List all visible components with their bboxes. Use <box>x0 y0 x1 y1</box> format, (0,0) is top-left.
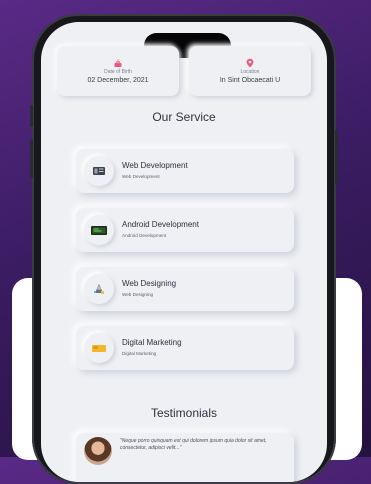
profile-info-row: Date of Birth 02 December, 2021 Location… <box>57 46 311 102</box>
service-card-digital-marketing[interactable]: Digital Marketing Digital Marketing <box>76 326 294 370</box>
phone-side-button <box>30 105 33 127</box>
testimonial-quote: "Neque porro quisquam est qui dolorem ip… <box>120 438 267 451</box>
testimonial-card: "Neque porro quisquam est qui dolorem ip… <box>76 433 294 482</box>
phone-screen: Date of Birth 02 December, 2021 Location… <box>41 22 327 482</box>
location-box: Location In Sint Obcaecati U <box>189 46 311 96</box>
service-subtitle: Digital Marketing <box>122 351 157 356</box>
service-icon-wrap <box>84 333 114 363</box>
phone-power-button <box>335 130 338 185</box>
web-development-icon <box>93 167 105 175</box>
service-icon-wrap <box>84 274 114 304</box>
services-title: Our Service <box>152 110 216 124</box>
android-development-icon <box>91 226 107 235</box>
phone-side-button <box>30 140 33 178</box>
service-title: Web Designing <box>122 279 177 288</box>
avatar <box>84 437 112 465</box>
testimonials-title: Testimonials <box>150 406 218 420</box>
digital-marketing-icon <box>92 345 106 352</box>
location-value: In Sint Obcaecati U <box>219 77 281 84</box>
service-title: Android Development <box>122 220 199 229</box>
location-pin-icon <box>246 58 254 68</box>
service-card-web-designing[interactable]: Web Designing Web Designing <box>76 267 294 311</box>
service-card-web-development[interactable]: Web Development Web Development <box>76 149 294 193</box>
dob-value: 02 December, 2021 <box>87 77 149 84</box>
service-card-android-development[interactable]: Android Development Android Development <box>76 208 294 252</box>
service-subtitle: Web Development <box>122 174 160 179</box>
service-subtitle: Android Development <box>122 233 167 238</box>
service-title: Digital Marketing <box>122 338 182 347</box>
dob-label: Date of Birth <box>104 69 132 75</box>
location-label: Location <box>240 69 260 75</box>
web-designing-icon <box>94 284 104 294</box>
service-icon-wrap <box>84 156 114 186</box>
service-title: Web Development <box>122 161 188 170</box>
service-subtitle: Web Designing <box>122 292 154 297</box>
cake-icon <box>114 59 122 67</box>
date-of-birth-box: Date of Birth 02 December, 2021 <box>57 46 179 96</box>
service-icon-wrap <box>84 215 114 245</box>
